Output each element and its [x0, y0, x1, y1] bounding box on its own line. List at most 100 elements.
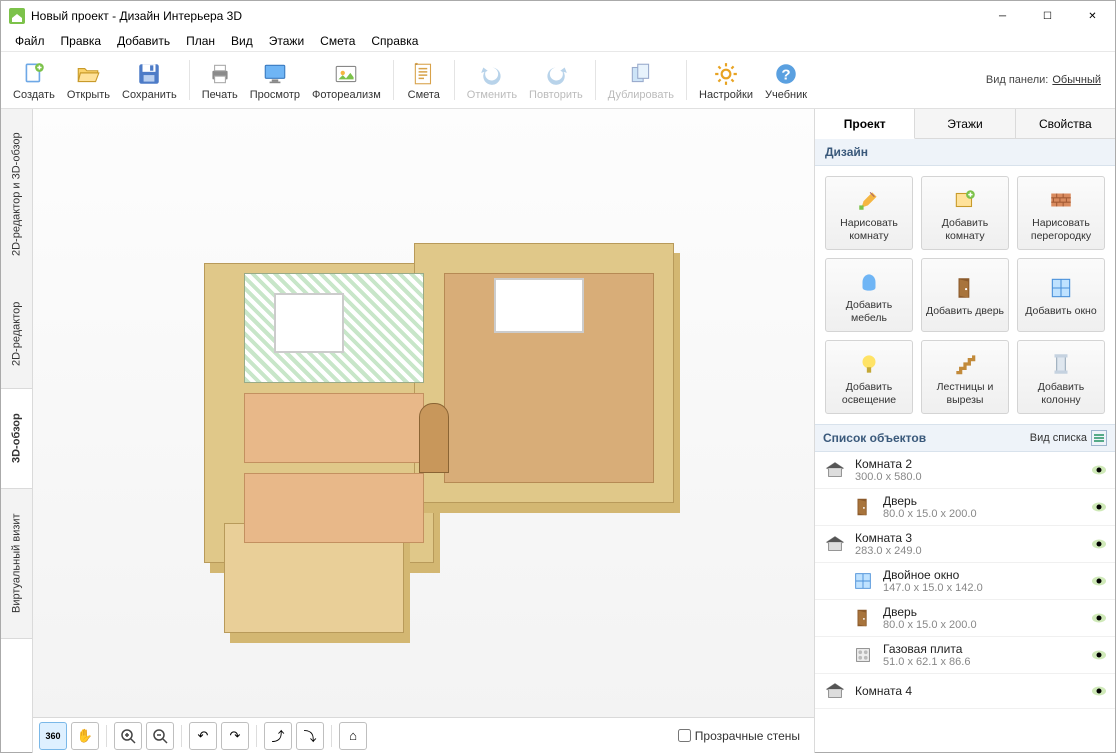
list-mode-icon[interactable] [1091, 430, 1107, 446]
model [164, 183, 684, 643]
stairs-icon [951, 350, 979, 378]
draw-partition-button[interactable]: Нарисовать перегородку [1017, 176, 1105, 250]
list-item[interactable]: Дверь80.0 x 15.0 x 200.0 [815, 600, 1115, 637]
transparent-walls-input[interactable] [678, 729, 691, 742]
tab-floors[interactable]: Этажи [915, 109, 1015, 138]
tab-2d[interactable]: 2D-редактор [1, 279, 32, 389]
tab-3d[interactable]: 3D-обзор [1, 389, 32, 489]
add-furniture-button[interactable]: Добавить мебель [825, 258, 913, 332]
tab-virtual-visit[interactable]: Виртуальный визит [1, 489, 32, 639]
tab-project[interactable]: Проект [815, 109, 915, 139]
right-tabs: Проект Этажи Свойства [815, 109, 1115, 139]
rotate-right-button[interactable]: ↷ [221, 722, 249, 750]
duplicate-icon [627, 60, 655, 88]
tutorial-button[interactable]: Учебник [759, 52, 813, 108]
object-name: Комната 4 [855, 684, 1091, 698]
create-button[interactable]: Создать [7, 52, 61, 108]
zoom-in-button[interactable] [114, 722, 142, 750]
viewport-3d[interactable]: 360 ✋ ↶ ↷ ⤴ ⤵ ⌂ Прозрачные стены [33, 109, 815, 753]
list-item[interactable]: Газовая плита51.0 x 62.1 x 86.6 [815, 637, 1115, 674]
left-tab-strip: 2D-редактор и 3D-обзор 2D-редактор 3D-об… [1, 109, 33, 753]
gear-icon [712, 60, 740, 88]
rotate-left-button[interactable]: ↶ [189, 722, 217, 750]
design-header: Дизайн [815, 139, 1115, 166]
tilt-up-button[interactable]: ⤴ [264, 722, 292, 750]
add-column-button[interactable]: Добавить колонну [1017, 340, 1105, 414]
stairs-button[interactable]: Лестницы и вырезы [921, 340, 1009, 414]
menu-file[interactable]: Файл [7, 32, 53, 50]
add-room-button[interactable]: Добавить комнату [921, 176, 1009, 250]
list-item[interactable]: Комната 4 [815, 674, 1115, 709]
bulb-icon [855, 350, 883, 378]
object-dimensions: 300.0 x 580.0 [855, 471, 1091, 483]
list-item[interactable]: Комната 2300.0 x 580.0 [815, 452, 1115, 489]
objects-header: Список объектов Вид списка [815, 424, 1115, 452]
list-item[interactable]: Комната 3283.0 x 249.0 [815, 526, 1115, 563]
redo-icon [542, 60, 570, 88]
draw-room-button[interactable]: Нарисовать комнату [825, 176, 913, 250]
home-view-button[interactable]: ⌂ [339, 722, 367, 750]
toolbar: Создать Открыть Сохранить Печать Просмот… [1, 51, 1115, 109]
object-icon [851, 495, 875, 519]
menu-view[interactable]: Вид [223, 32, 261, 50]
print-button[interactable]: Печать [196, 52, 244, 108]
draw-room-icon [855, 186, 883, 214]
zoom-out-button[interactable] [146, 722, 174, 750]
close-button[interactable]: ✕ [1070, 1, 1115, 31]
orbit-360-button[interactable]: 360 [39, 722, 67, 750]
object-dimensions: 80.0 x 15.0 x 200.0 [883, 508, 1091, 520]
view-toolbar: 360 ✋ ↶ ↷ ⤴ ⤵ ⌂ Прозрачные стены [33, 717, 814, 753]
visibility-icon[interactable] [1091, 499, 1107, 515]
tab-properties[interactable]: Свойства [1016, 109, 1115, 138]
tab-2d-and-3d[interactable]: 2D-редактор и 3D-обзор [1, 109, 32, 279]
photoreal-button[interactable]: Фотореализм [306, 52, 387, 108]
menu-help[interactable]: Справка [363, 32, 426, 50]
maximize-button[interactable]: ☐ [1025, 1, 1070, 31]
save-button[interactable]: Сохранить [116, 52, 183, 108]
undo-button[interactable]: Отменить [461, 52, 523, 108]
panel-mode-link[interactable]: Обычный [1052, 74, 1109, 86]
visibility-icon[interactable] [1091, 573, 1107, 589]
sep [189, 60, 190, 100]
pan-button[interactable]: ✋ [71, 722, 99, 750]
menu-edit[interactable]: Правка [53, 32, 110, 50]
tilt-down-button[interactable]: ⤵ [296, 722, 324, 750]
duplicate-button[interactable]: Дублировать [602, 52, 680, 108]
visibility-icon[interactable] [1091, 683, 1107, 699]
new-icon [20, 60, 48, 88]
add-window-button[interactable]: Добавить окно [1017, 258, 1105, 332]
redo-button[interactable]: Повторить [523, 52, 589, 108]
open-button[interactable]: Открыть [61, 52, 116, 108]
object-icon [851, 606, 875, 630]
menu-plan[interactable]: План [178, 32, 223, 50]
design-grid: Нарисовать комнату Добавить комнату Нари… [815, 166, 1115, 424]
preview-button[interactable]: Просмотр [244, 52, 306, 108]
object-dimensions: 283.0 x 249.0 [855, 545, 1091, 557]
menu-add[interactable]: Добавить [109, 32, 178, 50]
menu-floors[interactable]: Этажи [261, 32, 312, 50]
menu-bar: Файл Правка Добавить План Вид Этажи Смет… [1, 31, 1115, 51]
object-dimensions: 147.0 x 15.0 x 142.0 [883, 582, 1091, 594]
visibility-icon[interactable] [1091, 462, 1107, 478]
settings-button[interactable]: Настройки [693, 52, 759, 108]
add-lighting-button[interactable]: Добавить освещение [825, 340, 913, 414]
visibility-icon[interactable] [1091, 536, 1107, 552]
list-item[interactable]: Двойное окно147.0 x 15.0 x 142.0 [815, 563, 1115, 600]
column-icon [1047, 350, 1075, 378]
visibility-icon[interactable] [1091, 610, 1107, 626]
estimate-button[interactable]: Смета [400, 52, 448, 108]
add-door-button[interactable]: Добавить дверь [921, 258, 1009, 332]
object-list[interactable]: Комната 2300.0 x 580.0Дверь80.0 x 15.0 x… [815, 452, 1115, 753]
transparent-walls-checkbox[interactable]: Прозрачные стены [678, 729, 808, 743]
scene[interactable] [33, 109, 814, 717]
object-name: Комната 3 [855, 531, 1091, 545]
open-icon [74, 60, 102, 88]
minimize-button[interactable]: ─ [980, 1, 1025, 31]
object-name: Комната 2 [855, 457, 1091, 471]
visibility-icon[interactable] [1091, 647, 1107, 663]
list-item[interactable]: Дверь80.0 x 15.0 x 200.0 [815, 489, 1115, 526]
help-icon [772, 60, 800, 88]
menu-estimate[interactable]: Смета [312, 32, 363, 50]
sep [686, 60, 687, 100]
object-icon [851, 569, 875, 593]
